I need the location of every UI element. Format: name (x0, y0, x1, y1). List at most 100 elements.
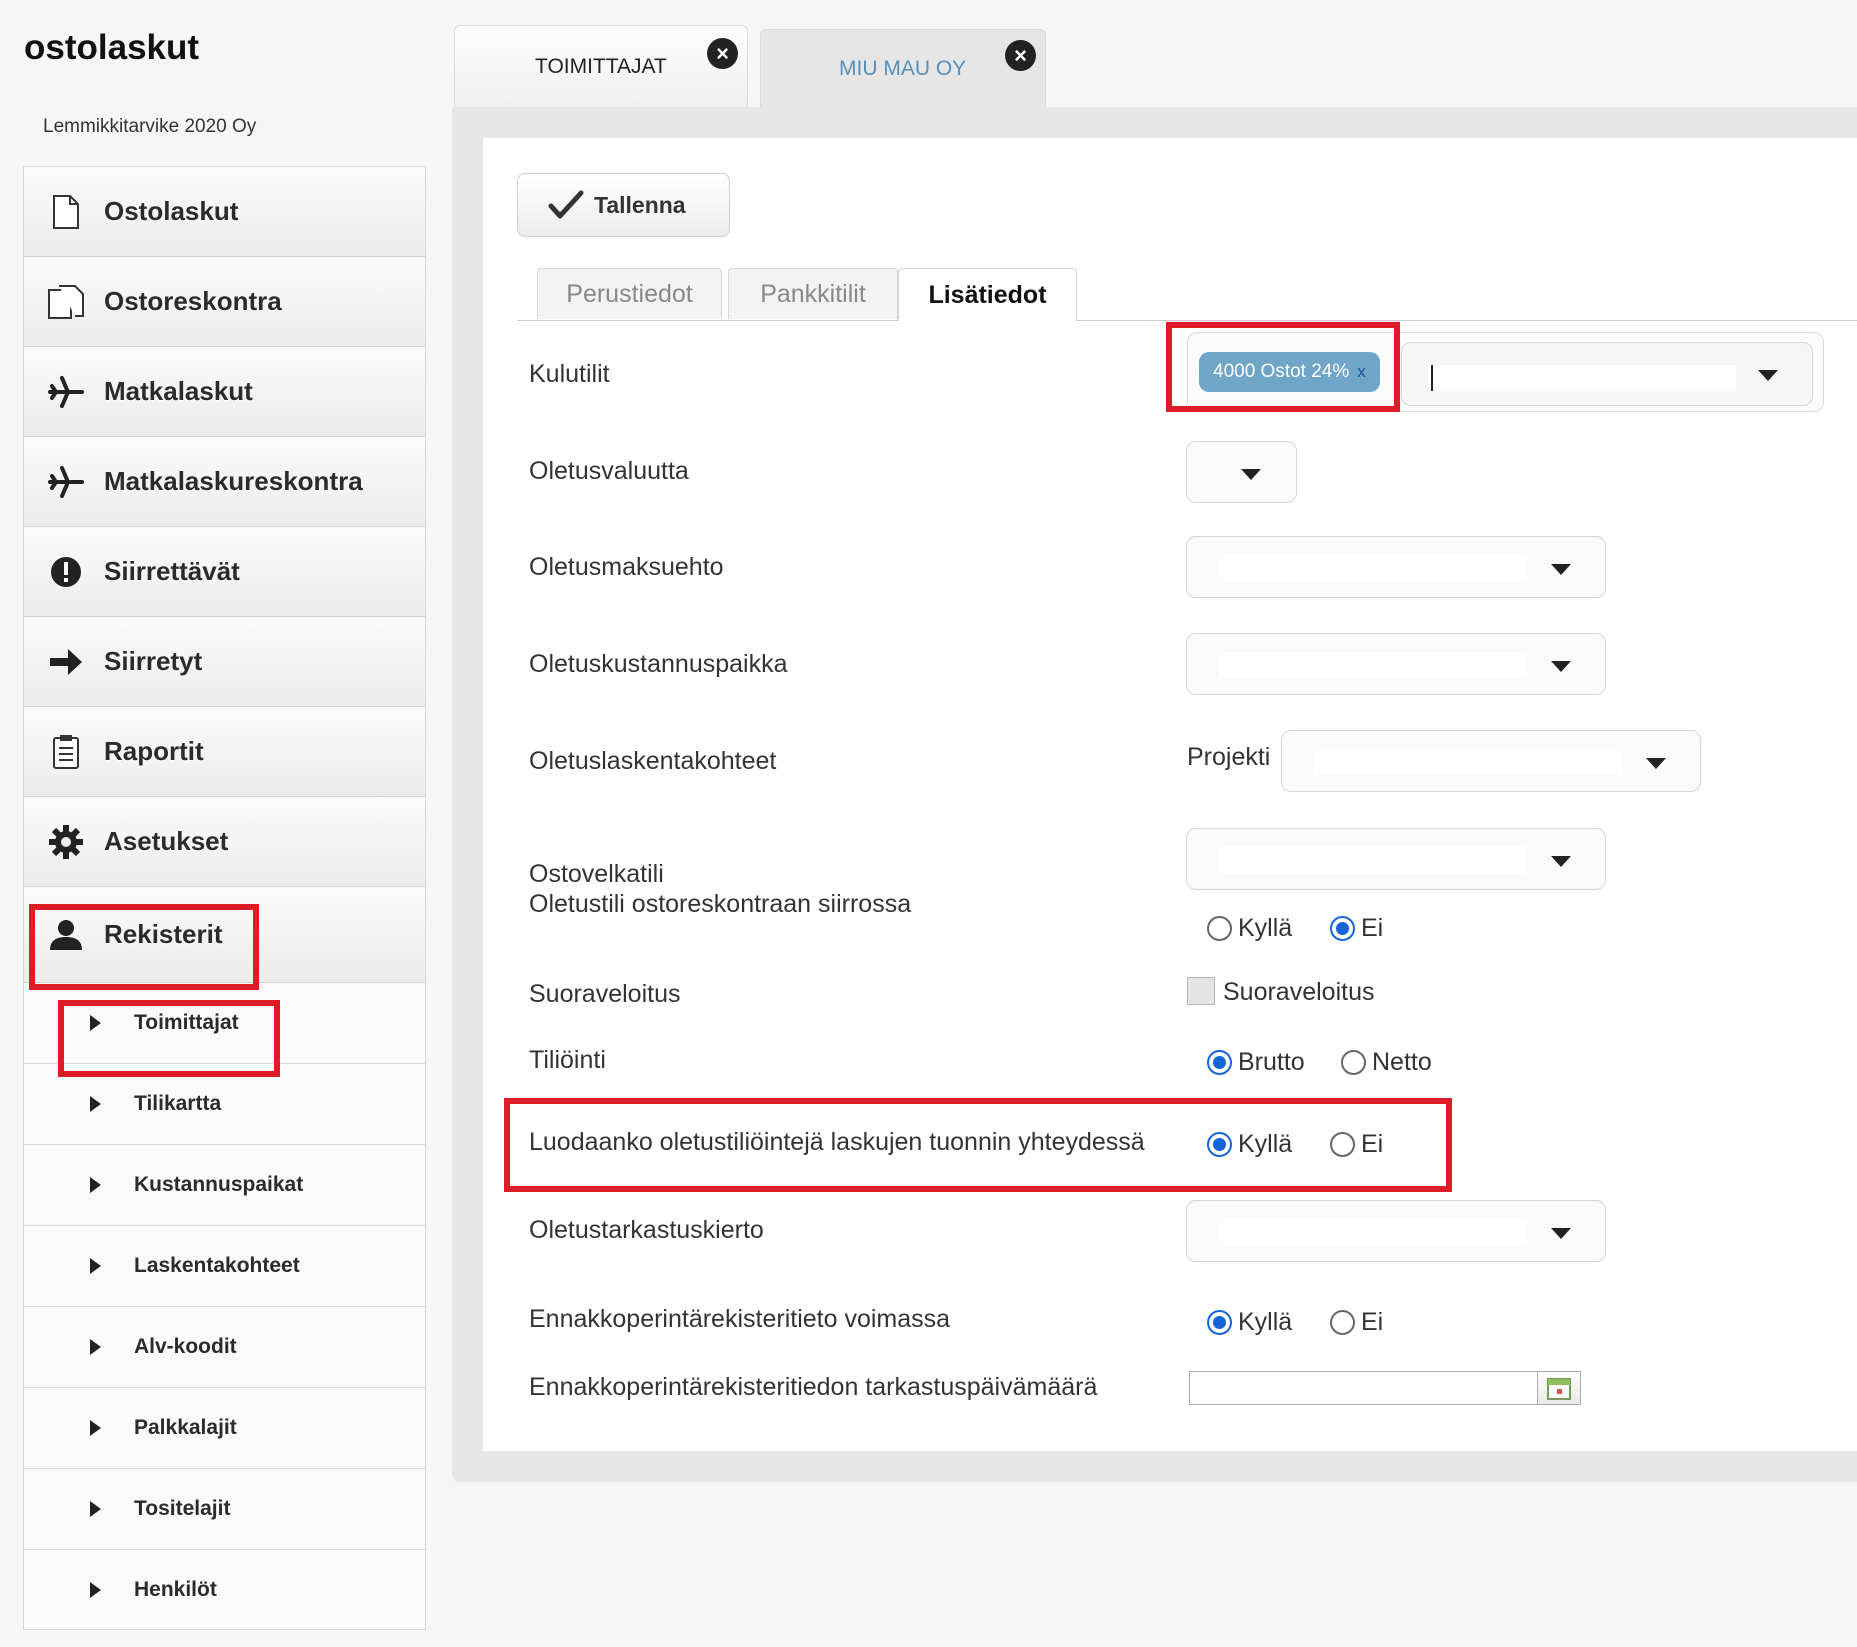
radio-circle (1207, 1132, 1232, 1157)
ennakkoperinta-radio-ei[interactable]: Ei (1330, 1308, 1383, 1337)
airplane-icon (46, 372, 86, 412)
airplane-icon (46, 462, 86, 502)
sidebar-subitem-label: Tositelajit (134, 1497, 231, 1520)
chevron-down-icon (1551, 1228, 1571, 1239)
sidebar-item-ostoreskontra[interactable]: Ostoreskontra (23, 256, 426, 346)
luodaanko-radio-ei[interactable]: Ei (1330, 1130, 1383, 1159)
kulutilit-search-select[interactable] (1401, 342, 1813, 406)
oletusvaluutta-select[interactable] (1186, 441, 1297, 503)
suoraveloitus-checkbox[interactable] (1187, 977, 1215, 1005)
caret-right-icon (90, 1177, 101, 1193)
ennakkoperinta-radio-kylla[interactable]: Kyllä (1207, 1308, 1292, 1337)
sidebar-item-ostolaskut[interactable]: Ostolaskut (23, 166, 426, 256)
sidebar-item-matkalaskut[interactable]: Matkalaskut (23, 346, 426, 436)
tab-perustiedot[interactable]: Perustiedot (537, 268, 722, 319)
close-icon[interactable]: × (1005, 40, 1036, 71)
radio-circle (1330, 1132, 1355, 1157)
sidebar-subitem-laskentakohteet[interactable]: Laskentakohteet (23, 1225, 426, 1306)
tarkastuspvm-date-input[interactable] (1189, 1371, 1539, 1405)
sidebar-subitem-palkkalajit[interactable]: Palkkalajit (23, 1387, 426, 1468)
projekti-select[interactable] (1281, 730, 1701, 792)
tab-toimittajat[interactable]: TOIMITTAJAT × (454, 25, 748, 107)
app-title: ostolaskut (24, 28, 200, 67)
oletuskustannuspaikka-select[interactable] (1186, 633, 1606, 695)
close-icon[interactable]: × (707, 38, 738, 69)
sidebar-subitem-alv-koodit[interactable]: Alv-koodit (23, 1306, 426, 1387)
tab-miu-mau-oy[interactable]: MIU MAU OY × (760, 29, 1046, 107)
sidebar-item-label: Asetukset (104, 826, 229, 856)
sidebar-nav: Ostolaskut Ostoreskontra Matkalaskut Mat… (23, 166, 426, 1630)
sidebar-item-rekisterit[interactable]: Rekisterit (23, 886, 426, 982)
sidebar-subitem-kustannuspaikat[interactable]: Kustannuspaikat (23, 1144, 426, 1225)
sidebar-item-siirretyt[interactable]: Siirretyt (23, 616, 426, 706)
document-icon (46, 192, 86, 232)
suoraveloitus-label: Suoraveloitus (529, 980, 681, 1008)
sidebar-item-matkalaskureskontra[interactable]: Matkalaskureskontra (23, 436, 426, 526)
chevron-down-icon (1758, 370, 1778, 381)
select-value (1219, 847, 1527, 873)
sidebar-subitem-label: Kustannuspaikat (134, 1173, 304, 1196)
ostovelkatili-radio-kylla[interactable]: Kyllä (1207, 914, 1292, 943)
gear-icon (46, 822, 86, 862)
sidebar-item-raportit[interactable]: Raportit (23, 706, 426, 796)
tab-pankkitilit[interactable]: Pankkitilit (728, 268, 898, 319)
sidebar-subitem-label: Palkkalajit (134, 1416, 237, 1439)
radio-circle (1330, 916, 1355, 941)
ostovelkatili-label: Ostovelkatili (529, 860, 664, 888)
sidebar-item-label: Matkalaskut (104, 376, 253, 406)
tab-label: MIU MAU OY (839, 56, 967, 80)
tiliointi-radio-brutto[interactable]: Brutto (1207, 1048, 1305, 1077)
sidebar-subitem-label: Alv-koodit (134, 1335, 237, 1358)
radio-label: Netto (1372, 1048, 1432, 1076)
sidebar-subitem-label: Toimittajat (134, 1011, 239, 1034)
sidebar-item-label: Rekisterit (104, 919, 223, 949)
arrow-right-icon (46, 642, 86, 682)
save-button[interactable]: Tallenna (517, 173, 730, 237)
radio-circle (1207, 1310, 1232, 1335)
chevron-down-icon (1646, 758, 1666, 769)
tag-remove-icon[interactable]: x (1357, 362, 1366, 382)
luodaanko-label: Luodaanko oletustiliöintejä laskujen tuo… (529, 1128, 1145, 1156)
chevron-down-icon (1551, 564, 1571, 575)
luodaanko-radio-kylla[interactable]: Kyllä (1207, 1130, 1292, 1159)
sidebar-item-label: Siirretyt (104, 646, 203, 676)
chevron-down-icon (1551, 661, 1571, 672)
sidebar-subitem-henkilot[interactable]: Henkilöt (23, 1549, 426, 1630)
select-value (1219, 555, 1527, 581)
user-icon (46, 915, 86, 955)
caret-right-icon (90, 1339, 101, 1355)
tiliointi-label: Tiliöinti (529, 1046, 606, 1074)
radio-circle (1207, 916, 1232, 941)
sidebar-item-label: Ostolaskut (104, 196, 239, 226)
alert-icon (46, 552, 86, 592)
ostovelkatili-radio-ei[interactable]: Ei (1330, 914, 1383, 943)
ennakkoperinta-label: Ennakkoperintärekisteritieto voimassa (529, 1305, 951, 1333)
sidebar-item-label: Siirrettävät (104, 556, 240, 586)
kulutilit-search-input[interactable] (1428, 365, 1736, 391)
chevron-down-icon (1551, 856, 1571, 867)
tab-lisatiedot[interactable]: Lisätiedot (898, 268, 1077, 321)
caret-right-icon (90, 1420, 101, 1436)
save-button-label: Tallenna (594, 191, 686, 218)
tarkastuspvm-label: Ennakkoperintärekisteritiedon tarkastusp… (529, 1373, 1098, 1401)
ostovelkatili-select[interactable] (1186, 828, 1606, 890)
caret-right-icon (90, 1258, 101, 1274)
sidebar-subitem-tositelajit[interactable]: Tositelajit (23, 1468, 426, 1549)
tiliointi-radio-netto[interactable]: Netto (1341, 1048, 1432, 1077)
sidebar-subitem-toimittajat[interactable]: Toimittajat (23, 982, 426, 1063)
kulutilit-tag: 4000 Ostot 24% x (1199, 352, 1380, 392)
oletusmaksuehto-label: Oletusmaksuehto (529, 553, 724, 581)
oletuskustannuspaikka-label: Oletuskustannuspaikka (529, 650, 788, 678)
sidebar-item-siirrettavat[interactable]: Siirrettävät (23, 526, 426, 616)
caret-right-icon (90, 1581, 101, 1598)
oletustarkastuskierto-select[interactable] (1186, 1200, 1606, 1262)
select-value (1219, 652, 1527, 678)
sidebar-item-label: Ostoreskontra (104, 286, 282, 316)
radio-label: Brutto (1238, 1048, 1305, 1076)
sidebar-item-asetukset[interactable]: Asetukset (23, 796, 426, 886)
oletusmaksuehto-select[interactable] (1186, 536, 1606, 598)
kulutilit-label: Kulutilit (529, 360, 610, 388)
select-value (1219, 1219, 1527, 1245)
calendar-icon[interactable] (1537, 1371, 1581, 1405)
sidebar-subitem-tilikartta[interactable]: Tilikartta (23, 1063, 426, 1144)
